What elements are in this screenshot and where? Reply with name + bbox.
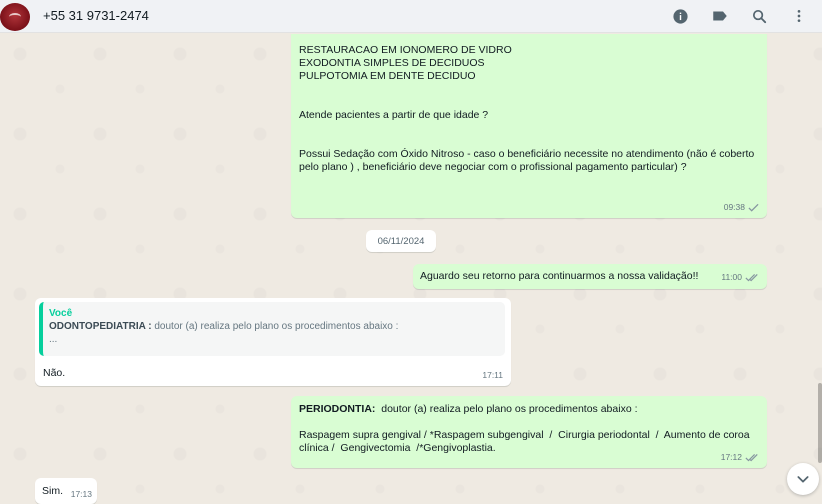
message-list[interactable]: RESTAURACAO EM IONOMERO DE VIDRO EXODONT… — [0, 34, 822, 504]
info-icon[interactable] — [671, 7, 689, 25]
quote-body: doutor (a) realiza pelo plano os procedi… — [151, 321, 399, 332]
quoted-message[interactable]: Você ODONTOPEDIATRIA : doutor (a) realiz… — [39, 302, 505, 356]
chevron-down-icon — [797, 476, 809, 483]
menu-icon[interactable] — [790, 7, 808, 25]
contact-name[interactable]: +55 31 9731-2474 — [43, 8, 149, 23]
message-time: 17:12 — [720, 452, 742, 462]
message-text: Não. — [43, 367, 66, 379]
double-check-icon — [745, 454, 758, 462]
scrollbar-thumb[interactable] — [818, 383, 822, 463]
contact-avatar[interactable] — [0, 3, 30, 31]
outgoing-message[interactable]: Aguardo seu retorno para continuarmos a … — [413, 264, 767, 289]
message-meta: 09:38 — [724, 201, 759, 214]
message-bold: PERIODONTIA: — [299, 403, 376, 415]
message-text: RESTAURACAO EM IONOMERO DE VIDRO EXODONT… — [299, 44, 755, 173]
label-icon[interactable] — [711, 7, 729, 25]
search-icon[interactable] — [750, 7, 768, 25]
message-meta: 17:13 — [71, 488, 92, 501]
incoming-message[interactable]: Sim. 17:13 — [35, 478, 97, 504]
double-check-icon — [745, 274, 758, 282]
message-meta: 17:12 — [721, 451, 759, 464]
date-divider: 06/11/2024 — [366, 230, 436, 252]
message-text: Sim. — [42, 485, 63, 497]
outgoing-message[interactable]: PERIODONTIA: doutor (a) realiza pelo pla… — [291, 396, 767, 468]
chat-header: +55 31 9731-2474 — [0, 0, 822, 33]
message-text: Aguardo seu retorno para continuarmos a … — [420, 270, 699, 282]
quote-text: ODONTOPEDIATRIA : doutor (a) realiza pel… — [49, 320, 499, 333]
message-time: 17:13 — [70, 489, 92, 499]
message-meta: 11:00 — [721, 271, 759, 284]
message-time: 17:11 — [482, 370, 503, 380]
incoming-message[interactable]: Você ODONTOPEDIATRIA : doutor (a) realiz… — [35, 298, 511, 386]
message-time: 09:38 — [723, 202, 745, 212]
message-text: PERIODONTIA: doutor (a) realiza pelo pla… — [299, 403, 761, 455]
quote-bold: ODONTOPEDIATRIA : — [49, 321, 152, 332]
single-check-icon — [748, 203, 759, 212]
quote-author: Você — [49, 308, 73, 319]
quote-more: ... — [49, 334, 58, 345]
message-time: 11:00 — [721, 272, 742, 282]
outgoing-message[interactable]: RESTAURACAO EM IONOMERO DE VIDRO EXODONT… — [291, 34, 767, 218]
scroll-to-bottom-button[interactable] — [787, 463, 819, 495]
message-meta: 17:11 — [482, 369, 503, 382]
